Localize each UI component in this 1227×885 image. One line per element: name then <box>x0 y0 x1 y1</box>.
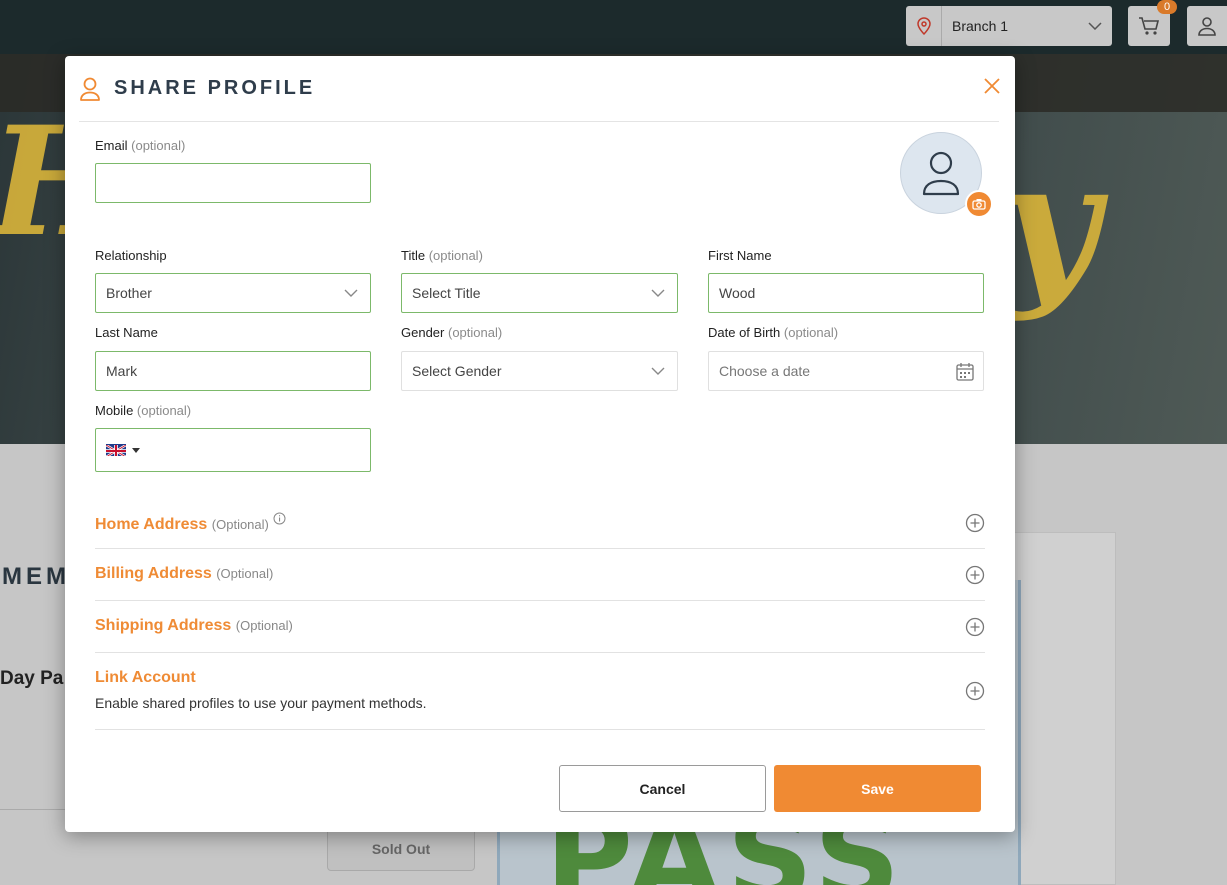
relationship-select[interactable]: Brother <box>95 273 371 313</box>
gender-label: Gender (optional) <box>401 325 502 340</box>
optional-tag: (Optional) <box>211 517 269 532</box>
link-account-description: Enable shared profiles to use your payme… <box>95 695 427 711</box>
link-account-section[interactable]: Link Account Enable shared profiles to u… <box>95 653 985 730</box>
share-profile-modal: SHARE PROFILE Email (optional) Relations… <box>65 56 1015 832</box>
optional-tag: (optional) <box>131 138 186 153</box>
close-icon[interactable] <box>983 77 1003 97</box>
dob-placeholder: Choose a date <box>719 363 811 379</box>
shipping-address-section[interactable]: Shipping Address (Optional) <box>95 601 985 653</box>
mobile-field[interactable] <box>95 428 371 472</box>
first-name-label: First Name <box>708 248 772 263</box>
last-name-field[interactable]: Mark <box>95 351 371 391</box>
gender-placeholder: Select Gender <box>412 363 502 379</box>
section-title-text: Billing Address <box>95 565 212 582</box>
save-button[interactable]: Save <box>774 765 981 812</box>
chevron-down-icon <box>344 289 358 297</box>
modal-title: SHARE PROFILE <box>114 77 316 99</box>
optional-tag: (optional) <box>428 248 483 263</box>
first-name-field[interactable]: Wood <box>708 273 984 313</box>
chevron-down-icon <box>651 289 665 297</box>
calendar-icon[interactable] <box>956 362 974 381</box>
title-placeholder: Select Title <box>412 285 481 301</box>
dob-field[interactable]: Choose a date <box>708 351 984 391</box>
gender-label-text: Gender <box>401 325 445 340</box>
optional-tag: (optional) <box>448 325 503 340</box>
billing-address-section[interactable]: Billing Address (Optional) <box>95 549 985 601</box>
title-select[interactable]: Select Title <box>401 273 678 313</box>
plus-circle-icon[interactable] <box>965 681 985 701</box>
mobile-label-text: Mobile <box>95 403 134 418</box>
info-icon[interactable] <box>273 512 286 525</box>
gender-select[interactable]: Select Gender <box>401 351 678 391</box>
title-label: Title (optional) <box>401 248 483 263</box>
relationship-label: Relationship <box>95 248 167 263</box>
plus-circle-icon[interactable] <box>965 565 985 585</box>
plus-circle-icon[interactable] <box>965 513 985 533</box>
last-name-value: Mark <box>106 363 138 379</box>
modal-header: SHARE PROFILE <box>79 56 999 122</box>
chevron-down-icon <box>651 367 665 375</box>
last-name-label: Last Name <box>95 325 158 340</box>
camera-icon[interactable] <box>965 190 993 218</box>
optional-tag: (Optional) <box>216 566 274 581</box>
dob-label-text: Date of Birth <box>708 325 781 340</box>
section-title-text: Home Address <box>95 516 208 533</box>
mobile-label: Mobile (optional) <box>95 403 191 418</box>
home-address-section[interactable]: Home Address (Optional) <box>95 496 985 549</box>
email-field[interactable] <box>95 163 371 203</box>
email-label: Email (optional) <box>95 138 185 153</box>
optional-tag: (Optional) <box>235 618 293 633</box>
section-title-text: Shipping Address <box>95 617 232 634</box>
country-code-select[interactable] <box>106 444 140 456</box>
cancel-button[interactable]: Cancel <box>559 765 766 812</box>
optional-tag: (optional) <box>783 325 839 340</box>
plus-circle-icon[interactable] <box>965 617 985 637</box>
optional-tag: (optional) <box>136 403 192 418</box>
email-label-text: Email <box>95 138 128 153</box>
link-account-title: Link Account <box>95 669 196 686</box>
caret-down-icon <box>132 447 140 453</box>
first-name-value: Wood <box>719 285 756 301</box>
user-icon <box>922 151 960 196</box>
uk-flag-icon <box>106 444 126 456</box>
user-icon <box>79 76 101 102</box>
relationship-value: Brother <box>106 285 152 301</box>
shipping-address-title: Shipping Address (Optional) <box>95 617 293 635</box>
title-label-text: Title <box>401 248 426 263</box>
home-address-title: Home Address (Optional) <box>95 512 286 534</box>
dob-label: Date of Birth (optional) <box>708 325 838 340</box>
billing-address-title: Billing Address (Optional) <box>95 565 273 583</box>
